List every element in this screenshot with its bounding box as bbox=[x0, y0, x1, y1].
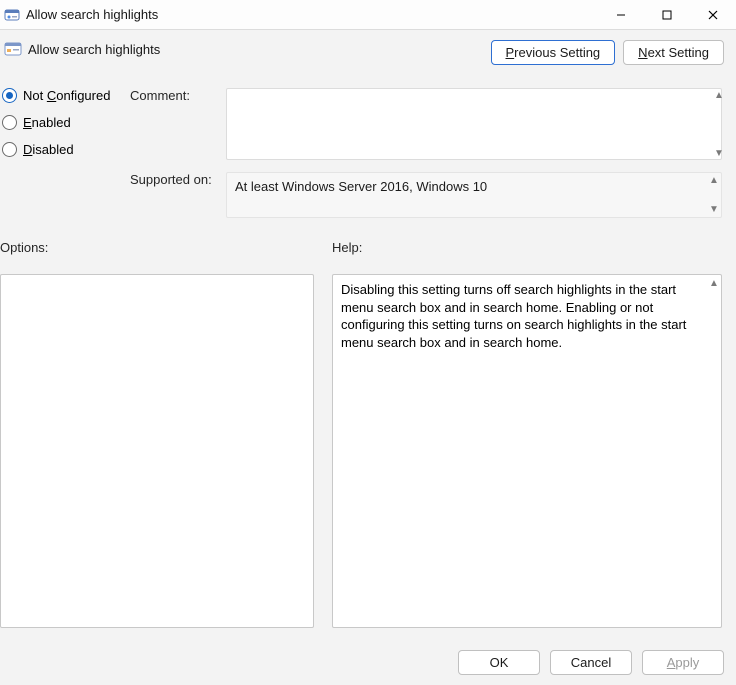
help-text: Disabling this setting turns off search … bbox=[341, 282, 686, 350]
supported-on-value: At least Windows Server 2016, Windows 10 bbox=[235, 179, 487, 194]
supported-on-box: At least Windows Server 2016, Windows 10… bbox=[226, 172, 722, 218]
radio-label: Not Configured bbox=[23, 88, 110, 103]
state-radio-group: Not Configured Enabled Disabled bbox=[2, 88, 110, 157]
dialog-footer: OK Cancel Apply bbox=[458, 650, 724, 675]
scroll-up-icon[interactable]: ▲ bbox=[709, 277, 717, 291]
help-textbox: Disabling this setting turns off search … bbox=[332, 274, 722, 628]
nav-buttons: Previous Setting Next Setting bbox=[491, 40, 725, 65]
window-buttons bbox=[598, 0, 736, 30]
radio-disabled[interactable]: Disabled bbox=[2, 142, 110, 157]
policy-name-row: Allow search highlights bbox=[4, 40, 160, 58]
radio-indicator-icon bbox=[2, 88, 17, 103]
radio-indicator-icon bbox=[2, 142, 17, 157]
radio-label: Enabled bbox=[23, 115, 71, 130]
radio-indicator-icon bbox=[2, 115, 17, 130]
radio-not-configured[interactable]: Not Configured bbox=[2, 88, 110, 103]
options-label: Options: bbox=[0, 240, 48, 255]
app-icon bbox=[4, 7, 20, 23]
header: Allow search highlights Previous Setting… bbox=[0, 30, 736, 80]
close-button[interactable] bbox=[690, 0, 736, 30]
comment-label: Comment: bbox=[130, 88, 190, 103]
window-title: Allow search highlights bbox=[26, 7, 158, 22]
maximize-button[interactable] bbox=[644, 0, 690, 30]
next-setting-button[interactable]: Next Setting bbox=[623, 40, 724, 65]
help-label: Help: bbox=[332, 240, 362, 255]
ok-button[interactable]: OK bbox=[458, 650, 540, 675]
cancel-button[interactable]: Cancel bbox=[550, 650, 632, 675]
policy-icon bbox=[4, 40, 22, 58]
options-listbox[interactable] bbox=[0, 274, 314, 628]
radio-enabled[interactable]: Enabled bbox=[2, 115, 110, 130]
radio-label: Disabled bbox=[23, 142, 74, 157]
scroll-down-icon[interactable]: ▼ bbox=[709, 204, 717, 215]
apply-button[interactable]: Apply bbox=[642, 650, 724, 675]
scroll-up-icon[interactable]: ▲ bbox=[709, 175, 717, 186]
supported-on-label: Supported on: bbox=[130, 172, 212, 187]
previous-setting-button[interactable]: Previous Setting bbox=[491, 40, 616, 65]
comment-textarea[interactable] bbox=[226, 88, 722, 160]
minimize-button[interactable] bbox=[598, 0, 644, 30]
scroll-up-icon[interactable]: ▲ bbox=[714, 90, 722, 101]
policy-name-label: Allow search highlights bbox=[28, 42, 160, 57]
titlebar: Allow search highlights bbox=[0, 0, 736, 30]
